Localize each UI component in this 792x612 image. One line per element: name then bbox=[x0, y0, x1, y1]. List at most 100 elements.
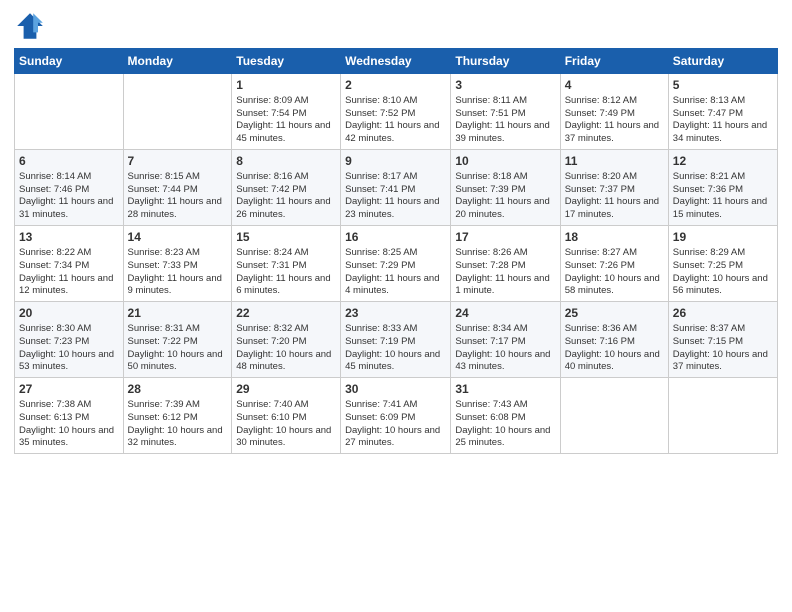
logo bbox=[14, 10, 50, 42]
day-info: Sunrise: 8:36 AM Sunset: 7:16 PM Dayligh… bbox=[565, 323, 664, 374]
day-number: 6 bbox=[19, 153, 119, 170]
day-cell: 12Sunrise: 8:21 AM Sunset: 7:36 PM Dayli… bbox=[668, 150, 777, 226]
calendar-table: SundayMondayTuesdayWednesdayThursdayFrid… bbox=[14, 48, 778, 454]
day-info: Sunrise: 8:12 AM Sunset: 7:49 PM Dayligh… bbox=[565, 95, 664, 146]
day-info: Sunrise: 8:27 AM Sunset: 7:26 PM Dayligh… bbox=[565, 247, 664, 298]
weekday-header-friday: Friday bbox=[560, 49, 668, 74]
day-number: 4 bbox=[565, 77, 664, 94]
day-number: 15 bbox=[236, 229, 336, 246]
day-number: 13 bbox=[19, 229, 119, 246]
day-info: Sunrise: 8:10 AM Sunset: 7:52 PM Dayligh… bbox=[345, 95, 446, 146]
weekday-header-row: SundayMondayTuesdayWednesdayThursdayFrid… bbox=[15, 49, 778, 74]
day-number: 12 bbox=[673, 153, 773, 170]
day-cell bbox=[15, 74, 124, 150]
day-info: Sunrise: 7:40 AM Sunset: 6:10 PM Dayligh… bbox=[236, 399, 336, 450]
day-cell: 10Sunrise: 8:18 AM Sunset: 7:39 PM Dayli… bbox=[451, 150, 560, 226]
day-info: Sunrise: 8:23 AM Sunset: 7:33 PM Dayligh… bbox=[128, 247, 228, 298]
day-info: Sunrise: 8:16 AM Sunset: 7:42 PM Dayligh… bbox=[236, 171, 336, 222]
day-info: Sunrise: 8:29 AM Sunset: 7:25 PM Dayligh… bbox=[673, 247, 773, 298]
weekday-header-tuesday: Tuesday bbox=[232, 49, 341, 74]
day-number: 27 bbox=[19, 381, 119, 398]
day-info: Sunrise: 8:33 AM Sunset: 7:19 PM Dayligh… bbox=[345, 323, 446, 374]
day-cell: 28Sunrise: 7:39 AM Sunset: 6:12 PM Dayli… bbox=[123, 378, 232, 454]
day-number: 30 bbox=[345, 381, 446, 398]
day-info: Sunrise: 8:18 AM Sunset: 7:39 PM Dayligh… bbox=[455, 171, 555, 222]
day-number: 8 bbox=[236, 153, 336, 170]
day-number: 3 bbox=[455, 77, 555, 94]
day-number: 26 bbox=[673, 305, 773, 322]
day-cell: 29Sunrise: 7:40 AM Sunset: 6:10 PM Dayli… bbox=[232, 378, 341, 454]
day-info: Sunrise: 8:13 AM Sunset: 7:47 PM Dayligh… bbox=[673, 95, 773, 146]
day-cell: 3Sunrise: 8:11 AM Sunset: 7:51 PM Daylig… bbox=[451, 74, 560, 150]
day-info: Sunrise: 7:41 AM Sunset: 6:09 PM Dayligh… bbox=[345, 399, 446, 450]
day-number: 7 bbox=[128, 153, 228, 170]
header bbox=[14, 10, 778, 42]
logo-icon bbox=[14, 10, 46, 42]
day-number: 23 bbox=[345, 305, 446, 322]
day-cell: 2Sunrise: 8:10 AM Sunset: 7:52 PM Daylig… bbox=[341, 74, 451, 150]
day-cell bbox=[668, 378, 777, 454]
day-cell: 21Sunrise: 8:31 AM Sunset: 7:22 PM Dayli… bbox=[123, 302, 232, 378]
day-info: Sunrise: 7:43 AM Sunset: 6:08 PM Dayligh… bbox=[455, 399, 555, 450]
day-info: Sunrise: 8:34 AM Sunset: 7:17 PM Dayligh… bbox=[455, 323, 555, 374]
day-number: 18 bbox=[565, 229, 664, 246]
weekday-header-saturday: Saturday bbox=[668, 49, 777, 74]
week-row-1: 1Sunrise: 8:09 AM Sunset: 7:54 PM Daylig… bbox=[15, 74, 778, 150]
day-cell: 16Sunrise: 8:25 AM Sunset: 7:29 PM Dayli… bbox=[341, 226, 451, 302]
day-info: Sunrise: 8:31 AM Sunset: 7:22 PM Dayligh… bbox=[128, 323, 228, 374]
day-info: Sunrise: 8:11 AM Sunset: 7:51 PM Dayligh… bbox=[455, 95, 555, 146]
week-row-4: 20Sunrise: 8:30 AM Sunset: 7:23 PM Dayli… bbox=[15, 302, 778, 378]
day-cell: 1Sunrise: 8:09 AM Sunset: 7:54 PM Daylig… bbox=[232, 74, 341, 150]
day-number: 28 bbox=[128, 381, 228, 398]
day-cell: 27Sunrise: 7:38 AM Sunset: 6:13 PM Dayli… bbox=[15, 378, 124, 454]
day-number: 22 bbox=[236, 305, 336, 322]
page: SundayMondayTuesdayWednesdayThursdayFrid… bbox=[0, 0, 792, 612]
day-info: Sunrise: 7:39 AM Sunset: 6:12 PM Dayligh… bbox=[128, 399, 228, 450]
day-number: 17 bbox=[455, 229, 555, 246]
day-number: 21 bbox=[128, 305, 228, 322]
day-number: 11 bbox=[565, 153, 664, 170]
day-cell: 18Sunrise: 8:27 AM Sunset: 7:26 PM Dayli… bbox=[560, 226, 668, 302]
day-cell: 23Sunrise: 8:33 AM Sunset: 7:19 PM Dayli… bbox=[341, 302, 451, 378]
day-cell bbox=[560, 378, 668, 454]
day-cell: 4Sunrise: 8:12 AM Sunset: 7:49 PM Daylig… bbox=[560, 74, 668, 150]
day-cell bbox=[123, 74, 232, 150]
day-info: Sunrise: 8:14 AM Sunset: 7:46 PM Dayligh… bbox=[19, 171, 119, 222]
day-cell: 31Sunrise: 7:43 AM Sunset: 6:08 PM Dayli… bbox=[451, 378, 560, 454]
weekday-header-wednesday: Wednesday bbox=[341, 49, 451, 74]
day-cell: 20Sunrise: 8:30 AM Sunset: 7:23 PM Dayli… bbox=[15, 302, 124, 378]
weekday-header-sunday: Sunday bbox=[15, 49, 124, 74]
day-info: Sunrise: 8:24 AM Sunset: 7:31 PM Dayligh… bbox=[236, 247, 336, 298]
day-number: 5 bbox=[673, 77, 773, 94]
day-cell: 26Sunrise: 8:37 AM Sunset: 7:15 PM Dayli… bbox=[668, 302, 777, 378]
day-info: Sunrise: 8:37 AM Sunset: 7:15 PM Dayligh… bbox=[673, 323, 773, 374]
day-cell: 14Sunrise: 8:23 AM Sunset: 7:33 PM Dayli… bbox=[123, 226, 232, 302]
day-info: Sunrise: 7:38 AM Sunset: 6:13 PM Dayligh… bbox=[19, 399, 119, 450]
weekday-header-monday: Monday bbox=[123, 49, 232, 74]
day-cell: 11Sunrise: 8:20 AM Sunset: 7:37 PM Dayli… bbox=[560, 150, 668, 226]
week-row-3: 13Sunrise: 8:22 AM Sunset: 7:34 PM Dayli… bbox=[15, 226, 778, 302]
week-row-2: 6Sunrise: 8:14 AM Sunset: 7:46 PM Daylig… bbox=[15, 150, 778, 226]
week-row-5: 27Sunrise: 7:38 AM Sunset: 6:13 PM Dayli… bbox=[15, 378, 778, 454]
day-number: 19 bbox=[673, 229, 773, 246]
day-number: 24 bbox=[455, 305, 555, 322]
day-number: 16 bbox=[345, 229, 446, 246]
weekday-header-thursday: Thursday bbox=[451, 49, 560, 74]
day-info: Sunrise: 8:25 AM Sunset: 7:29 PM Dayligh… bbox=[345, 247, 446, 298]
day-info: Sunrise: 8:20 AM Sunset: 7:37 PM Dayligh… bbox=[565, 171, 664, 222]
day-info: Sunrise: 8:22 AM Sunset: 7:34 PM Dayligh… bbox=[19, 247, 119, 298]
day-cell: 15Sunrise: 8:24 AM Sunset: 7:31 PM Dayli… bbox=[232, 226, 341, 302]
day-number: 25 bbox=[565, 305, 664, 322]
day-number: 29 bbox=[236, 381, 336, 398]
day-info: Sunrise: 8:30 AM Sunset: 7:23 PM Dayligh… bbox=[19, 323, 119, 374]
day-cell: 6Sunrise: 8:14 AM Sunset: 7:46 PM Daylig… bbox=[15, 150, 124, 226]
day-cell: 30Sunrise: 7:41 AM Sunset: 6:09 PM Dayli… bbox=[341, 378, 451, 454]
day-number: 9 bbox=[345, 153, 446, 170]
day-cell: 5Sunrise: 8:13 AM Sunset: 7:47 PM Daylig… bbox=[668, 74, 777, 150]
day-info: Sunrise: 8:21 AM Sunset: 7:36 PM Dayligh… bbox=[673, 171, 773, 222]
day-cell: 25Sunrise: 8:36 AM Sunset: 7:16 PM Dayli… bbox=[560, 302, 668, 378]
day-number: 2 bbox=[345, 77, 446, 94]
day-number: 10 bbox=[455, 153, 555, 170]
day-cell: 9Sunrise: 8:17 AM Sunset: 7:41 PM Daylig… bbox=[341, 150, 451, 226]
day-cell: 24Sunrise: 8:34 AM Sunset: 7:17 PM Dayli… bbox=[451, 302, 560, 378]
